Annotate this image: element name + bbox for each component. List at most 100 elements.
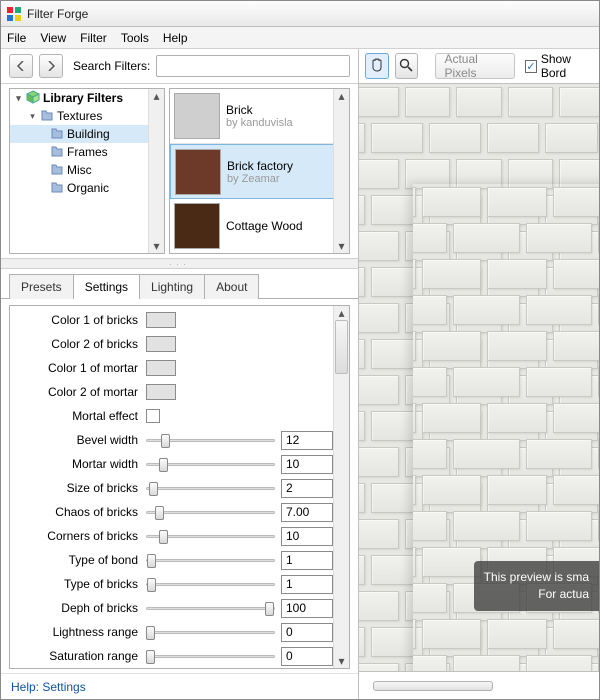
tab-settings[interactable]: Settings [73, 274, 140, 299]
setting-row: Size of bricks 2 [10, 476, 333, 500]
filter-author: by Zeamar [227, 173, 293, 185]
tabs: Presets Settings Lighting About [1, 269, 358, 299]
preview-area[interactable]: This preview is sma For actua [359, 83, 599, 671]
library-row: ▾ Library Filters ▾ Textures Building Fra… [1, 83, 358, 259]
setting-label: Size of bricks [10, 481, 146, 495]
tree-item-frames[interactable]: Frames [10, 143, 164, 161]
scroll-down-icon[interactable]: ▾ [334, 654, 349, 668]
preview-toolbar: Actual Pixels ✓ Show Bord [359, 49, 599, 83]
tree-item-misc[interactable]: Misc [10, 161, 164, 179]
menu-file[interactable]: File [7, 31, 26, 45]
setting-row: Mortar width10 [10, 452, 333, 476]
filterlist-scrollbar[interactable]: ▴ ▾ [333, 89, 349, 253]
slider-thumb[interactable] [159, 530, 168, 544]
settings-scrollbar[interactable]: ▴ ▾ [333, 306, 349, 668]
slider-thumb[interactable] [155, 506, 164, 520]
value-input[interactable]: 100 [281, 599, 333, 618]
scroll-thumb[interactable] [335, 320, 348, 374]
tree-item-label: Frames [67, 145, 108, 159]
pan-tool-button[interactable] [365, 53, 389, 79]
filter-name: Brick [226, 103, 293, 117]
color-swatch[interactable] [146, 360, 176, 376]
scroll-up-icon[interactable]: ▴ [334, 306, 349, 320]
setting-label: Type of bond [10, 553, 146, 567]
filter-item[interactable]: Brickby kanduvisla [170, 89, 349, 144]
color-swatch[interactable] [146, 336, 176, 352]
color-swatch[interactable] [146, 312, 176, 328]
horizontal-splitter[interactable]: ··· [1, 259, 358, 269]
filter-item[interactable]: Brick factoryby Zeamar [170, 144, 349, 199]
value-input[interactable]: 0 [281, 623, 333, 642]
slider-thumb[interactable] [146, 626, 155, 640]
show-border-label: Show Bord [541, 52, 593, 80]
slider[interactable] [146, 504, 275, 520]
filter-author: by kanduvisla [226, 117, 293, 129]
slider[interactable] [146, 600, 275, 616]
menu-help[interactable]: Help [163, 31, 188, 45]
tree-root[interactable]: ▾ Library Filters [10, 89, 164, 107]
setting-row: Type of bricks1 [10, 572, 333, 596]
slider-thumb[interactable] [159, 458, 168, 472]
value-input[interactable]: 12 [281, 431, 333, 450]
setting-row: Color 2 of bricks [10, 332, 333, 356]
slider[interactable] [146, 552, 275, 568]
scroll-up-icon[interactable]: ▴ [334, 89, 349, 103]
tree-textures[interactable]: ▾ Textures [10, 107, 164, 125]
tree-item-organic[interactable]: Organic [10, 179, 164, 197]
menu-tools[interactable]: Tools [121, 31, 149, 45]
value-input[interactable]: 10 [281, 527, 333, 546]
progress-bar [373, 681, 493, 691]
slider[interactable] [146, 648, 275, 664]
filter-item[interactable]: Cottage Wood [170, 199, 349, 254]
menu-view[interactable]: View [40, 31, 66, 45]
value-input[interactable]: 1 [281, 575, 333, 594]
actual-pixels-button[interactable]: Actual Pixels [435, 53, 515, 79]
slider[interactable] [146, 576, 275, 592]
slider-thumb[interactable] [147, 578, 156, 592]
tree-scrollbar[interactable]: ▴ ▾ [148, 89, 164, 253]
setting-label: Color 1 of mortar [10, 361, 146, 375]
menu-filter[interactable]: Filter [80, 31, 107, 45]
slider[interactable] [146, 624, 275, 640]
slider[interactable] [146, 480, 275, 496]
slider[interactable] [146, 456, 275, 472]
scroll-down-icon[interactable]: ▾ [149, 239, 164, 253]
tab-presets[interactable]: Presets [9, 274, 74, 299]
slider-thumb[interactable] [149, 482, 158, 496]
search-input[interactable] [156, 55, 350, 77]
search-label: Search Filters: [73, 59, 150, 73]
value-input[interactable]: 7.00 [281, 503, 333, 522]
overlay-line2: For actua [484, 586, 589, 603]
scroll-down-icon[interactable]: ▾ [334, 239, 349, 253]
filter-list[interactable]: Brickby kanduvislaBrick factoryby Zeamar… [169, 88, 350, 254]
slider[interactable] [146, 528, 275, 544]
checkbox[interactable] [146, 409, 160, 423]
slider-thumb[interactable] [147, 554, 156, 568]
slider-thumb[interactable] [265, 602, 274, 616]
slider-thumb[interactable] [146, 650, 155, 664]
back-button[interactable] [9, 54, 33, 78]
value-input[interactable]: 2 [281, 479, 333, 498]
value-input[interactable]: 0 [281, 647, 333, 666]
tab-about[interactable]: About [204, 274, 259, 299]
cube-icon [26, 90, 40, 107]
setting-label: Color 1 of bricks [10, 313, 146, 327]
zoom-tool-button[interactable] [395, 53, 419, 79]
library-tree[interactable]: ▾ Library Filters ▾ Textures Building Fra… [9, 88, 165, 254]
forward-button[interactable] [39, 54, 63, 78]
folder-icon [50, 180, 64, 197]
tab-lighting[interactable]: Lighting [139, 274, 205, 299]
value-input[interactable]: 10 [281, 455, 333, 474]
help-link[interactable]: Help: Settings [1, 673, 358, 699]
show-border-checkbox[interactable]: ✓ Show Bord [525, 52, 593, 80]
scroll-up-icon[interactable]: ▴ [149, 89, 164, 103]
slider[interactable] [146, 432, 275, 448]
folder-icon [50, 144, 64, 161]
setting-row: Saturation range0 [10, 644, 333, 668]
slider-thumb[interactable] [161, 434, 170, 448]
value-input[interactable]: 1 [281, 551, 333, 570]
setting-row: Bevel width12 [10, 428, 333, 452]
tree-item-building[interactable]: Building [10, 125, 164, 143]
hand-icon [369, 57, 385, 76]
color-swatch[interactable] [146, 384, 176, 400]
